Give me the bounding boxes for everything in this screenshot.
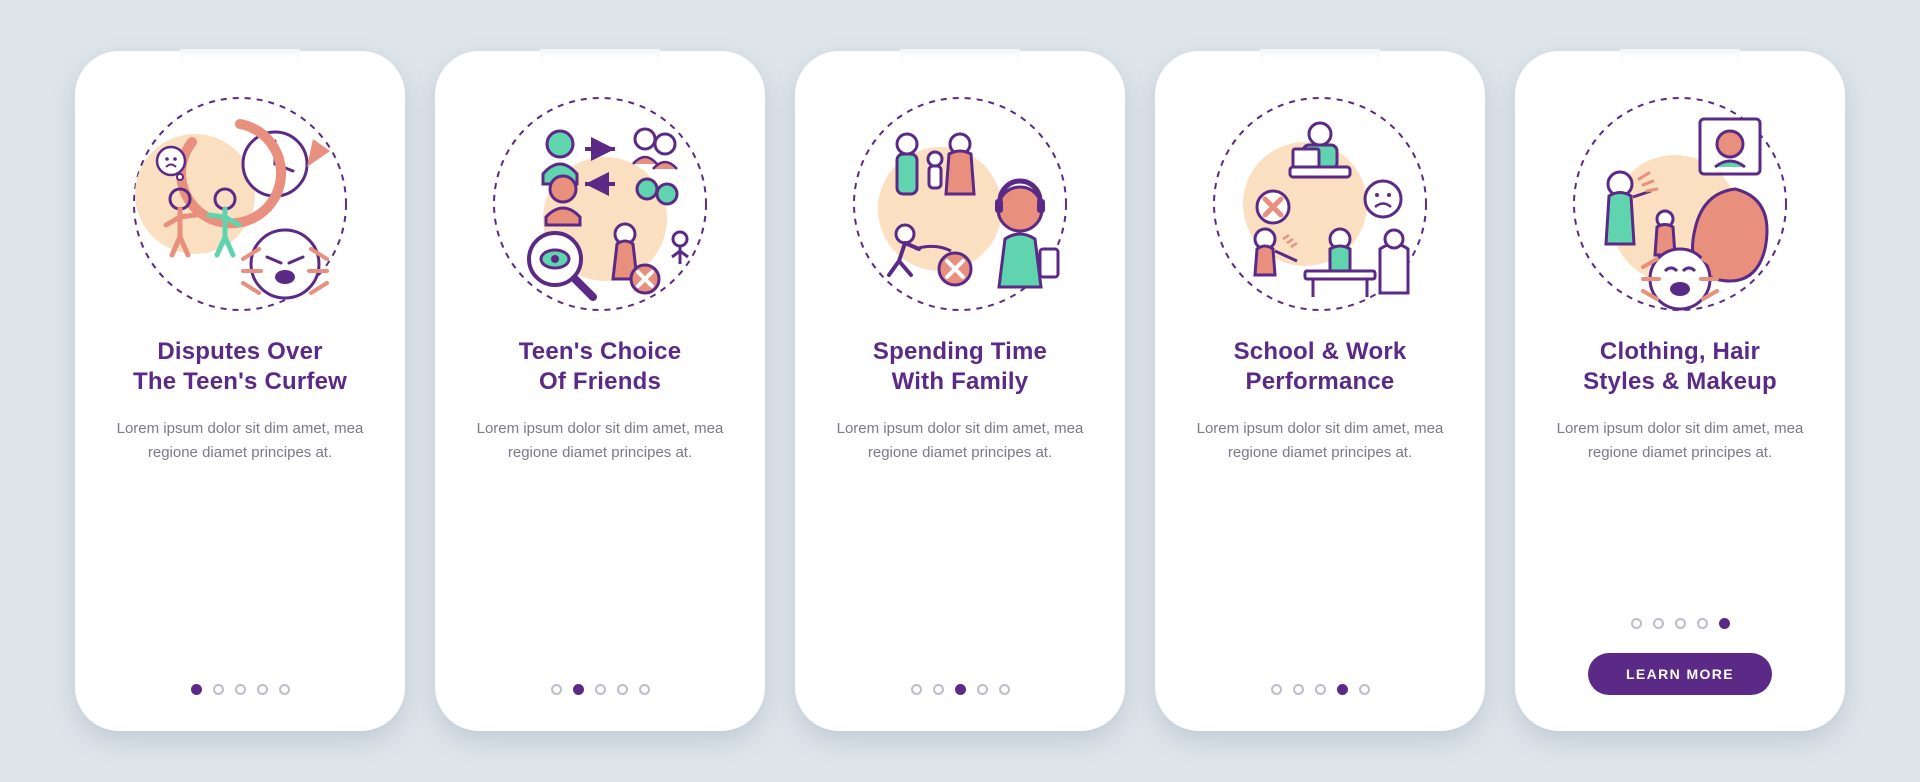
screen-body: Lorem ipsum dolor sit dim amet, mea regi… <box>463 417 737 465</box>
screen-title: Teen's ChoiceOf Friends <box>519 337 682 397</box>
onboarding-screen-4: School & WorkPerformance Lorem ipsum dol… <box>1155 51 1485 731</box>
dot-1[interactable] <box>551 684 562 695</box>
phone-notch <box>1620 49 1740 71</box>
style-icon <box>1565 89 1795 319</box>
onboarding-screen-3: Spending TimeWith Family Lorem ipsum dol… <box>795 51 1125 731</box>
pagination-dots <box>911 684 1010 695</box>
phone-notch <box>900 49 1020 71</box>
dot-3[interactable] <box>235 684 246 695</box>
dot-5[interactable] <box>999 684 1010 695</box>
dot-2[interactable] <box>933 684 944 695</box>
pagination-dots <box>1271 684 1370 695</box>
dot-1[interactable] <box>1631 618 1642 629</box>
screen-title: Disputes OverThe Teen's Curfew <box>133 337 347 397</box>
screen-body: Lorem ipsum dolor sit dim amet, mea regi… <box>1543 417 1817 465</box>
pagination-dots <box>1631 618 1730 629</box>
dot-3[interactable] <box>955 684 966 695</box>
dot-3[interactable] <box>1315 684 1326 695</box>
dot-3[interactable] <box>1675 618 1686 629</box>
dot-3[interactable] <box>595 684 606 695</box>
pagination-dots <box>551 684 650 695</box>
phone-notch <box>540 49 660 71</box>
dot-5[interactable] <box>639 684 650 695</box>
phone-notch <box>180 49 300 71</box>
onboarding-screen-2: Teen's ChoiceOf Friends Lorem ipsum dolo… <box>435 51 765 731</box>
school-icon <box>1205 89 1435 319</box>
screen-body: Lorem ipsum dolor sit dim amet, mea regi… <box>1183 417 1457 465</box>
curfew-icon <box>125 89 355 319</box>
friends-icon <box>485 89 715 319</box>
screen-body: Lorem ipsum dolor sit dim amet, mea regi… <box>103 417 377 465</box>
dot-5[interactable] <box>1719 618 1730 629</box>
dot-4[interactable] <box>1337 684 1348 695</box>
dot-4[interactable] <box>1697 618 1708 629</box>
onboarding-screen-1: Disputes OverThe Teen's Curfew Lorem ips… <box>75 51 405 731</box>
dot-2[interactable] <box>213 684 224 695</box>
onboarding-screen-5: Clothing, HairStyles & Makeup Lorem ipsu… <box>1515 51 1845 731</box>
screen-body: Lorem ipsum dolor sit dim amet, mea regi… <box>823 417 1097 465</box>
screen-title: Clothing, HairStyles & Makeup <box>1583 337 1777 397</box>
dot-4[interactable] <box>257 684 268 695</box>
phone-notch <box>1260 49 1380 71</box>
screen-title: Spending TimeWith Family <box>873 337 1047 397</box>
dot-1[interactable] <box>1271 684 1282 695</box>
pagination-dots <box>191 684 290 695</box>
dot-1[interactable] <box>191 684 202 695</box>
learn-more-button[interactable]: LEARN MORE <box>1588 653 1772 695</box>
screen-title: School & WorkPerformance <box>1234 337 1407 397</box>
dot-2[interactable] <box>1653 618 1664 629</box>
dot-4[interactable] <box>977 684 988 695</box>
dot-2[interactable] <box>1293 684 1304 695</box>
dot-1[interactable] <box>911 684 922 695</box>
family-icon <box>845 89 1075 319</box>
dot-4[interactable] <box>617 684 628 695</box>
dot-5[interactable] <box>1359 684 1370 695</box>
dot-5[interactable] <box>279 684 290 695</box>
dot-2[interactable] <box>573 684 584 695</box>
